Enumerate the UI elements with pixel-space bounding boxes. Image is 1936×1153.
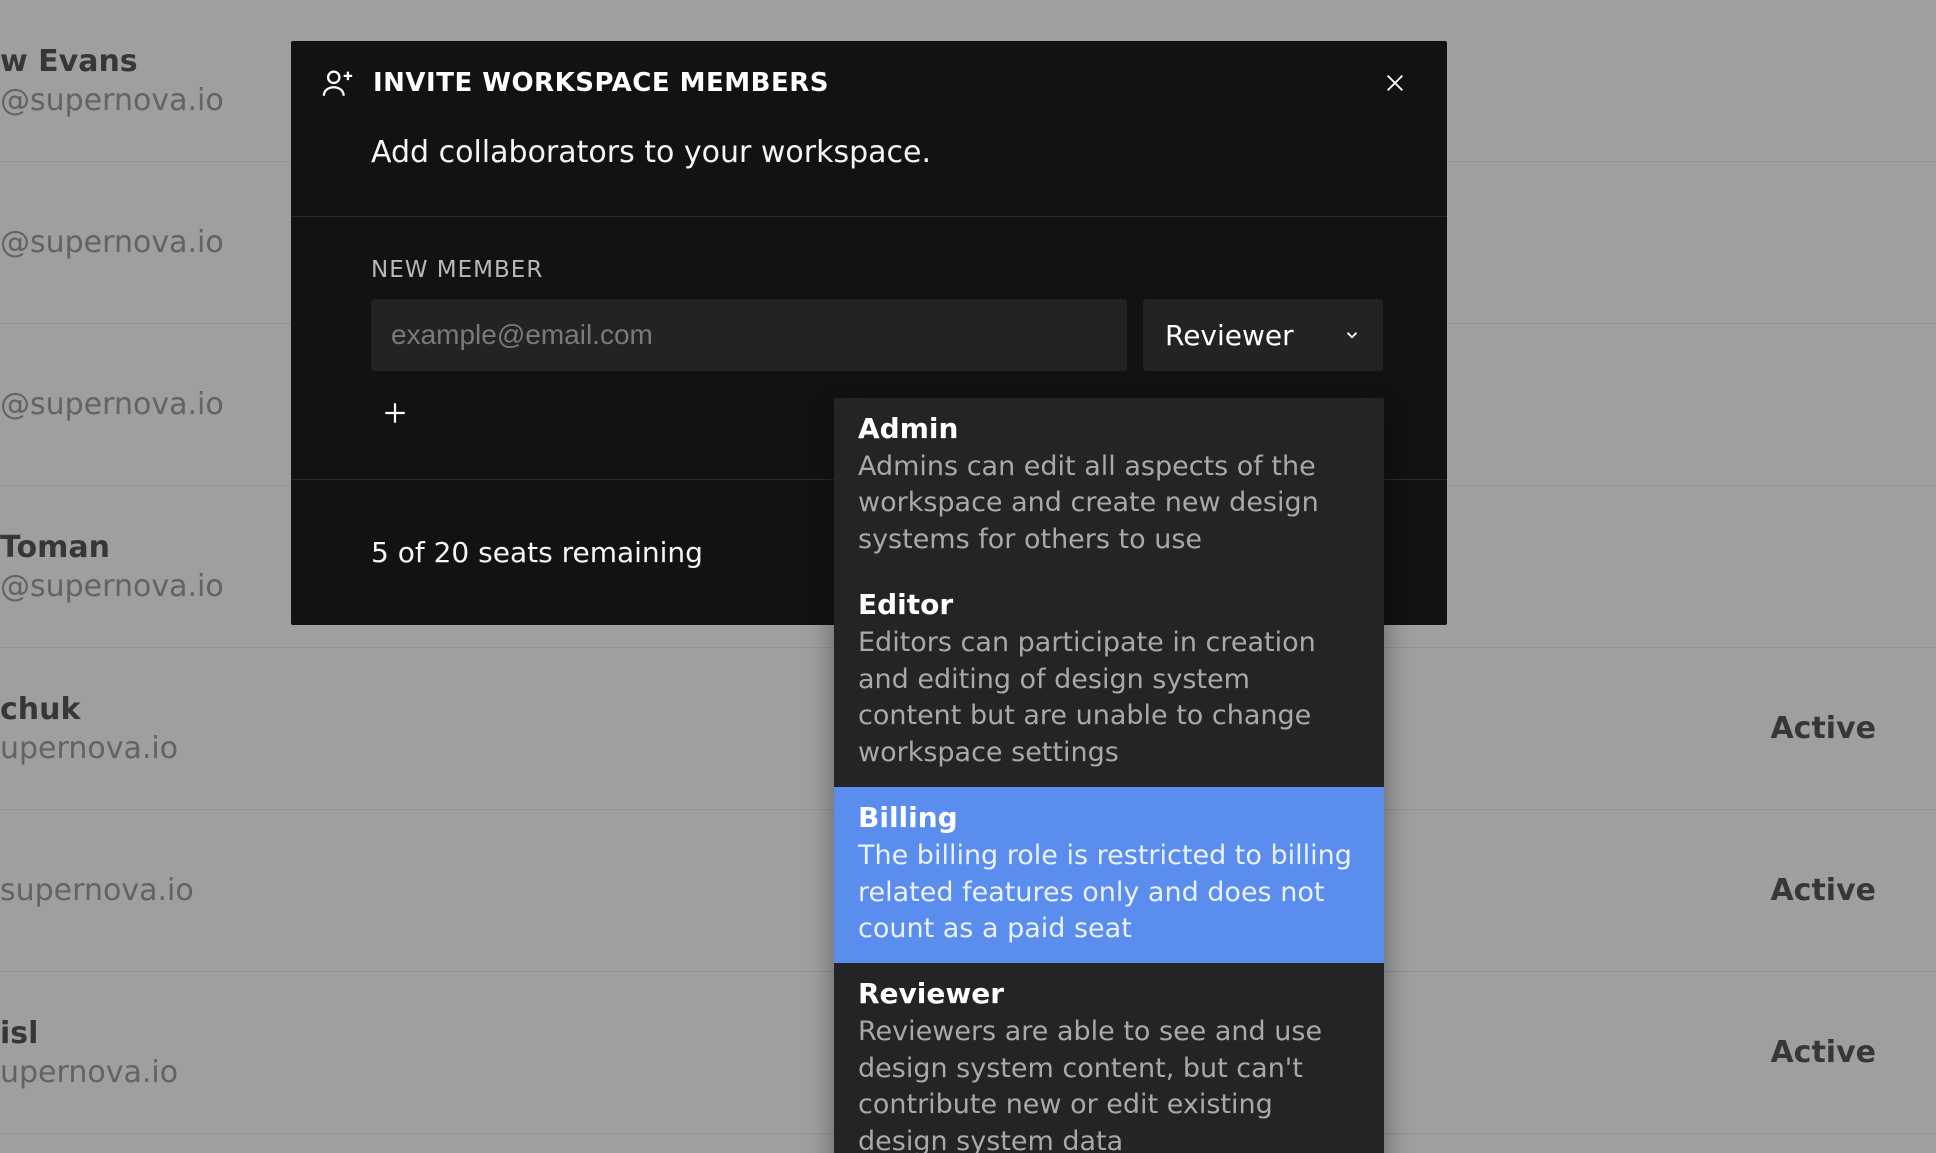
- close-icon: [1384, 72, 1406, 94]
- role-option-editor[interactable]: Editor Editors can participate in creati…: [834, 574, 1384, 787]
- role-option-title: Reviewer: [858, 977, 1360, 1010]
- modal-title: INVITE WORKSPACE MEMBERS: [373, 68, 829, 98]
- plus-icon: [382, 400, 408, 426]
- add-member-button[interactable]: [373, 391, 417, 435]
- role-option-reviewer[interactable]: Reviewer Reviewers are able to see and u…: [834, 963, 1384, 1153]
- chevron-down-icon: [1343, 326, 1361, 344]
- role-option-desc: Editors can participate in creation and …: [858, 625, 1360, 771]
- person-add-icon: [321, 66, 355, 100]
- role-select-value: Reviewer: [1165, 319, 1294, 352]
- role-option-title: Admin: [858, 412, 1360, 445]
- modal-subtitle: Add collaborators to your workspace.: [291, 111, 1447, 216]
- role-option-billing[interactable]: Billing The billing role is restricted t…: [834, 787, 1384, 963]
- role-option-desc: Admins can edit all aspects of the works…: [858, 449, 1360, 558]
- role-option-desc: The billing role is restricted to billin…: [858, 838, 1360, 947]
- role-option-admin[interactable]: Admin Admins can edit all aspects of the…: [834, 398, 1384, 574]
- close-button[interactable]: [1373, 61, 1417, 105]
- role-select[interactable]: Reviewer: [1143, 299, 1383, 371]
- new-member-label: NEW MEMBER: [371, 257, 1383, 283]
- role-option-title: Editor: [858, 588, 1360, 621]
- email-field[interactable]: [371, 299, 1127, 371]
- role-dropdown: Admin Admins can edit all aspects of the…: [834, 398, 1384, 1153]
- role-option-desc: Reviewers are able to see and use design…: [858, 1014, 1360, 1153]
- modal-header: INVITE WORKSPACE MEMBERS: [291, 41, 1447, 111]
- role-option-title: Billing: [858, 801, 1360, 834]
